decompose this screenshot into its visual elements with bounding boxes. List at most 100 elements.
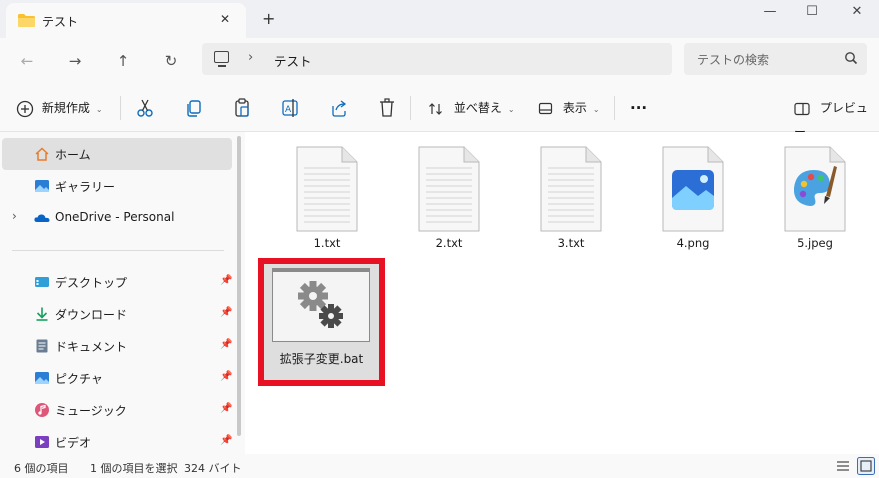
sidebar-item-label: ダウンロード (55, 308, 128, 322)
search-box[interactable]: テストの検索 (684, 43, 867, 75)
divider (410, 96, 411, 120)
status-bar: 6 個の項目 1 個の項目を選択 324 バイト (0, 454, 879, 478)
sidebar-item-label: ビデオ (55, 436, 92, 450)
file-name: 拡張子変更.bat (279, 352, 364, 366)
desktop-icon (35, 277, 49, 287)
item-count: 6 個の項目 (14, 462, 69, 475)
title-bar: テスト ✕ + — ☐ ✕ (0, 0, 879, 38)
chevron-down-icon: ⌄ (95, 105, 103, 114)
pin-icon[interactable]: 📌 (220, 435, 232, 446)
new-plus-icon (16, 100, 34, 117)
search-icon[interactable] (844, 51, 858, 65)
svg-text:A: A (285, 105, 292, 115)
view-label: 表示 (562, 101, 587, 115)
divider (614, 96, 615, 120)
more-options-button[interactable]: ··· (630, 96, 647, 120)
delete-icon[interactable] (378, 96, 396, 120)
view-icon (538, 102, 553, 115)
sidebar-item-label: ギャラリー (55, 180, 116, 194)
search-placeholder: テストの検索 (697, 53, 770, 67)
address-bar[interactable]: › テスト (202, 43, 672, 75)
pin-icon[interactable]: 📌 (220, 275, 232, 286)
folder-icon (18, 14, 35, 27)
sidebar-item-documents[interactable]: ドキュメント 📌 (2, 330, 232, 362)
divider (120, 96, 121, 120)
video-icon (35, 436, 49, 448)
view-button[interactable]: 表示 ⌄ (538, 96, 600, 120)
batch-file-icon (272, 268, 370, 342)
close-window-button[interactable]: ✕ (842, 4, 872, 19)
text-file-icon (296, 146, 358, 232)
sidebar-item-label: ドキュメント (55, 340, 128, 354)
expand-chevron-icon[interactable]: › (12, 209, 17, 223)
maximize-button[interactable]: ☐ (797, 4, 827, 19)
text-file-icon (540, 146, 602, 232)
sort-icon (429, 102, 442, 115)
selected-bat-file[interactable]: 拡張子変更.bat (258, 258, 385, 386)
download-icon (36, 307, 48, 321)
paint-file-icon (784, 146, 846, 232)
sidebar-item-label: デスクトップ (55, 276, 128, 290)
new-label: 新規作成 (41, 101, 90, 115)
sidebar-item-desktop[interactable]: デスクトップ 📌 (2, 266, 232, 298)
sidebar-item-home[interactable]: ホーム (2, 138, 232, 170)
large-icons-view-icon[interactable] (857, 457, 875, 475)
address-toolbar: ← → ↑ ↻ › テスト テストの検索 (0, 38, 879, 84)
copy-icon[interactable] (185, 96, 203, 120)
sidebar-item-downloads[interactable]: ダウンロード 📌 (2, 298, 232, 330)
pin-icon[interactable]: 📌 (220, 371, 232, 382)
sort-button[interactable]: 並べ替え ⌄ (428, 96, 515, 120)
new-tab-button[interactable]: + (262, 9, 275, 28)
pin-icon[interactable]: 📌 (220, 307, 232, 318)
file-name: 3.txt (557, 236, 585, 250)
sidebar-item-label: OneDrive - Personal (55, 210, 175, 224)
new-button[interactable]: 新規作成 ⌄ (16, 96, 103, 120)
image-file-icon (662, 146, 724, 232)
file-name: 5.jpeg (797, 236, 833, 250)
file-name: 4.png (676, 236, 710, 250)
pin-icon[interactable]: 📌 (220, 403, 232, 414)
this-pc-icon (214, 51, 229, 63)
sidebar-item-pictures[interactable]: ピクチャ 📌 (2, 362, 232, 394)
sidebar-scrollbar[interactable] (237, 136, 241, 436)
details-view-icon[interactable] (836, 459, 850, 473)
back-button[interactable]: ← (16, 50, 38, 72)
minimize-button[interactable]: — (755, 4, 785, 19)
navigation-pane: ホーム ギャラリー › OneDrive - Personal デスクトップ 📌… (0, 132, 245, 454)
tab-close-icon[interactable]: ✕ (220, 12, 230, 26)
music-icon (35, 403, 49, 417)
this-pc-icon-stand (218, 65, 226, 67)
sidebar-item-label: ミュージック (55, 404, 127, 418)
up-button[interactable]: ↑ (112, 50, 134, 72)
gear-icon (298, 281, 343, 328)
text-file-icon (418, 146, 480, 232)
preview-pane-button[interactable]: プレビュー (794, 96, 879, 139)
rename-icon[interactable]: A (281, 96, 299, 120)
refresh-button[interactable]: ↻ (160, 50, 182, 72)
sidebar-item-onedrive[interactable]: › OneDrive - Personal (2, 202, 232, 234)
paste-icon[interactable] (233, 96, 251, 120)
tab-test[interactable]: テスト ✕ (6, 3, 246, 38)
breadcrumb-separator: › (248, 50, 254, 65)
tab-title: テスト (42, 15, 79, 29)
gallery-icon (35, 180, 49, 192)
onedrive-icon (34, 214, 50, 222)
forward-button[interactable]: → (64, 50, 86, 72)
sidebar-item-label: ホーム (55, 148, 91, 162)
sidebar-item-label: ピクチャ (55, 372, 103, 386)
sidebar-divider (12, 250, 224, 251)
chevron-down-icon: ⌄ (592, 105, 600, 114)
command-bar: 新規作成 ⌄ A 並べ替え ⌄ 表示 ⌄ ··· プレビュ (0, 84, 879, 139)
pictures-icon (35, 372, 49, 384)
breadcrumb-test[interactable]: テスト (274, 51, 312, 70)
share-icon[interactable] (330, 96, 348, 120)
file-name: 2.txt (435, 236, 463, 250)
file-name: 1.txt (313, 236, 341, 250)
selection-size: 324 バイト (184, 462, 242, 475)
cut-icon[interactable] (136, 96, 154, 120)
sort-label: 並べ替え (453, 101, 502, 115)
sidebar-item-music[interactable]: ミュージック 📌 (2, 394, 232, 426)
pin-icon[interactable]: 📌 (220, 339, 232, 350)
selection-status: 1 個の項目を選択 (90, 462, 178, 475)
sidebar-item-gallery[interactable]: ギャラリー (2, 170, 232, 202)
